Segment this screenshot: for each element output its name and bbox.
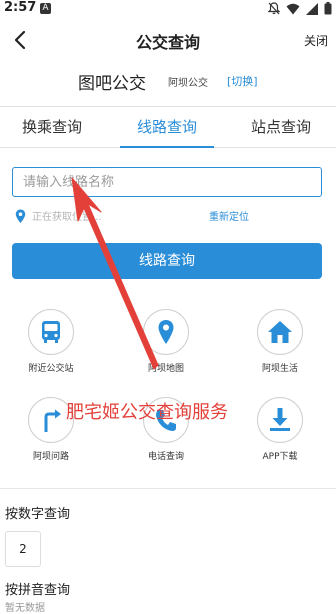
map-pin-icon xyxy=(158,320,174,344)
wifi-icon xyxy=(286,3,300,14)
bell-off-icon xyxy=(268,2,280,15)
grid-item-app-download[interactable]: APP下载 xyxy=(240,397,320,462)
switch-city-link[interactable]: [切换] xyxy=(227,73,258,89)
status-time: 2:57 xyxy=(4,0,37,15)
current-city: 阿坝公交 xyxy=(168,78,208,89)
number-button[interactable]: 2 xyxy=(5,531,41,567)
line-search-input[interactable] xyxy=(13,168,323,196)
grid-icon-circle xyxy=(257,397,303,443)
battery-icon xyxy=(324,2,332,15)
grid-item-label: 阿坝生活 xyxy=(261,364,298,374)
tab-transfer[interactable]: 换乘查询 xyxy=(22,116,82,137)
section-divider xyxy=(0,488,336,489)
tab-station[interactable]: 站点查询 xyxy=(251,116,311,137)
location-pin-icon xyxy=(15,209,26,223)
direction-sign-icon xyxy=(44,409,61,432)
number-query-title: 按数字查询 xyxy=(5,507,71,522)
grid-item-life[interactable]: 阿坝生活 xyxy=(240,309,320,374)
grid-item-label: 电话查询 xyxy=(147,452,184,462)
grid-icon-circle xyxy=(143,309,189,355)
pinyin-section-text: 暂无数据 xyxy=(5,603,45,614)
active-tab-indicator xyxy=(120,146,214,148)
grid-item-label: 阿坝问路 xyxy=(32,452,69,462)
line-query-button[interactable]: 线路查询 xyxy=(12,243,322,279)
top-nav-bar: 公交查询 关闭 xyxy=(0,22,336,58)
grid-icon-circle xyxy=(257,309,303,355)
status-bar: 2:57 A xyxy=(0,0,336,18)
bus-icon xyxy=(42,321,60,343)
grid-item-label: 阿坝地图 xyxy=(147,364,184,374)
signal-icon xyxy=(306,2,318,15)
page-title: 公交查询 xyxy=(135,33,200,52)
chevron-left-icon[interactable] xyxy=(10,28,32,52)
grid-item-nearby-stops[interactable]: 附近公交站 xyxy=(11,309,91,374)
location-row: 正在获取位置... 重新定位 xyxy=(12,207,322,225)
grid-icon-circle xyxy=(28,309,74,355)
location-status: 正在获取位置... xyxy=(32,212,102,223)
close-button[interactable]: 关闭 xyxy=(304,32,328,49)
pinyin-query-title: 按拼音查询 xyxy=(5,583,71,598)
annotation-text: 肥宅姬公交查询服务 xyxy=(66,402,228,423)
home-icon xyxy=(268,321,292,343)
tab-line[interactable]: 线路查询 xyxy=(137,116,197,137)
app-name: 图吧公交 xyxy=(78,74,146,94)
brand-row: 图吧公交 阿坝公交 [切换] xyxy=(0,66,336,96)
grid-item-label: APP下载 xyxy=(262,452,298,462)
line-search-box xyxy=(12,167,323,197)
grid-item-label: 附近公交站 xyxy=(28,364,74,374)
download-icon xyxy=(270,408,290,431)
grid-item-map[interactable]: 阿坝地图 xyxy=(126,309,206,374)
relocate-link[interactable]: 重新定位 xyxy=(209,208,249,223)
notification-a-icon: A xyxy=(40,3,51,14)
query-tabs: 换乘查询 线路查询 站点查询 xyxy=(0,106,336,148)
